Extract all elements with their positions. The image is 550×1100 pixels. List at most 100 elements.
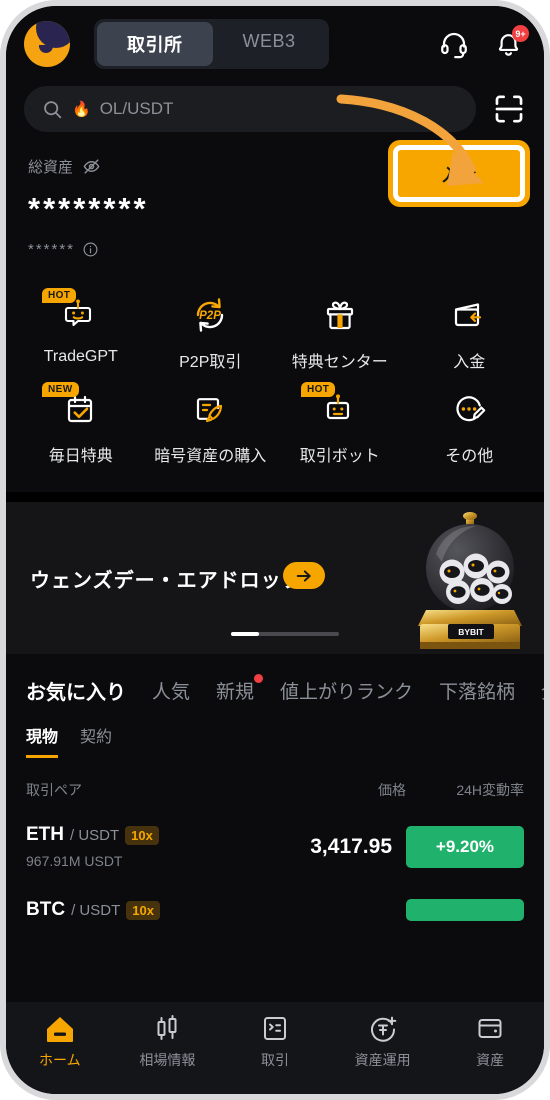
nav-label: 資産運用 (354, 1052, 411, 1068)
arrow-right-icon (296, 569, 311, 582)
banner-pagination[interactable] (231, 632, 339, 636)
market-tab-losers[interactable]: 下落銘柄 (439, 677, 515, 704)
deposit-white-ring: 入金 (393, 145, 525, 202)
quick-action-label: 取引ボット (299, 448, 380, 465)
promo-banner[interactable]: ウェンズデー・エアドロップ BYBIT (6, 502, 544, 654)
banner-cta-button[interactable] (283, 562, 325, 589)
search-row: 🔥 OL/USDT (6, 86, 544, 132)
market-tab-new-label: 新規 (216, 682, 255, 703)
bell-badge: 9+ (512, 25, 529, 42)
table-row[interactable]: BTC / USDT 10x (6, 869, 544, 921)
gift-icon (313, 292, 367, 338)
deposit-highlight-ring: 入金 (388, 140, 530, 207)
banner-title: ウェンズデー・エアドロップ (30, 570, 303, 592)
header-icons: 9+ (438, 25, 529, 60)
avatar-mouth (39, 45, 53, 53)
headset-icon[interactable] (438, 28, 470, 60)
quick-action-more[interactable]: その他 (405, 386, 535, 466)
col-price: 価格 (378, 782, 406, 798)
tab-web3[interactable]: WEB3 (213, 22, 326, 66)
phone-frame: 取引所 WEB3 9+ 🔥 OL/USDT 総資産 ******** *****… (0, 0, 550, 1100)
market-tab-new[interactable]: 新規 (216, 674, 264, 704)
quick-action-p2p[interactable]: P2P P2P取引 (146, 292, 276, 372)
quick-action-label: 毎日特典 (48, 448, 113, 465)
quick-action-tradegpt[interactable]: HOT TradeGPT (16, 288, 146, 372)
wallet-icon (478, 1019, 502, 1038)
quick-action-label: P2P取引 (179, 354, 242, 371)
nav-earn[interactable]: 資産運用 (329, 1014, 437, 1070)
market-subtabs[interactable]: 現物 契約 (6, 705, 544, 758)
badge-new: NEW (42, 382, 79, 397)
mode-switch[interactable]: 取引所 WEB3 (94, 19, 329, 69)
quick-action-label: TradeGPT (43, 348, 118, 365)
nav-label: 相場情報 (139, 1052, 196, 1068)
nav-trade[interactable]: 取引 (221, 1014, 329, 1070)
candlestick-icon (157, 1015, 177, 1040)
pair-change (406, 899, 524, 921)
subtab-contract[interactable]: 契約 (80, 723, 112, 755)
nav-markets[interactable]: 相場情報 (114, 1014, 222, 1070)
tab-exchange[interactable]: 取引所 (97, 22, 213, 66)
quick-action-tradingbot[interactable]: HOT 取引ボット (275, 382, 405, 466)
banner-dot-active (231, 632, 259, 636)
quick-action-label: 入金 (453, 354, 486, 371)
subtab-spot[interactable]: 現物 (26, 723, 59, 758)
quick-action-label: 暗号資産の購入 (154, 448, 267, 465)
pair-volume: 967.91M USDT (26, 853, 123, 869)
more-edit-icon (442, 386, 496, 432)
quick-action-daily[interactable]: NEW 毎日特典 (16, 382, 146, 466)
pair-base: ETH (26, 824, 64, 845)
nav-home[interactable]: ホーム (6, 1014, 114, 1070)
flame-icon: 🔥 (72, 101, 91, 118)
assets-subvalue: ****** (28, 241, 76, 258)
search-icon (44, 100, 62, 118)
info-icon (83, 242, 98, 257)
bell-icon[interactable]: 9+ (492, 25, 529, 60)
scan-icon[interactable] (492, 92, 526, 126)
pair-quote: / USDT (71, 901, 121, 919)
p2p-icon: P2P (183, 292, 237, 338)
nav-label: 資産 (476, 1052, 505, 1068)
table-row[interactable]: ETH / USDT 10x 967.91M USDT 3,417.95 +9.… (6, 800, 544, 869)
badge-hot: HOT (42, 288, 77, 303)
quick-action-rewards[interactable]: 特典センター (275, 292, 405, 372)
market-section: お気に入り 人気 新規 値上がりランク 下落銘柄 全 現物 契約 取引ペア 価格… (6, 654, 544, 921)
deposit-button[interactable]: 入金 (398, 150, 520, 197)
search-input[interactable]: 🔥 OL/USDT (24, 86, 476, 132)
nav-label: 取引 (260, 1052, 289, 1068)
pair-quote: / USDT (70, 826, 120, 844)
col-change: 24H変動率 (456, 782, 524, 798)
avatar-crescent (36, 21, 70, 48)
card-deposit-icon (442, 292, 496, 338)
new-indicator-dot (254, 674, 264, 683)
badge-hot: HOT (301, 382, 336, 397)
pair-cell: ETH / USDT 10x 967.91M USDT (26, 824, 244, 869)
market-category-tabs[interactable]: お気に入り 人気 新規 値上がりランク 下落銘柄 全 (6, 668, 544, 705)
market-table-header: 取引ペア 価格 24H変動率 (6, 758, 544, 800)
market-tab-gainers[interactable]: 値上がりランク (280, 677, 413, 704)
quick-action-buycrypto[interactable]: 暗号資産の購入 (146, 386, 276, 466)
market-tab-all[interactable]: 全 (541, 677, 544, 704)
leverage-badge: 10x (126, 900, 160, 920)
quick-action-label: その他 (445, 448, 494, 465)
pair-price: 3,417.95 (310, 834, 392, 858)
svg-text:P2P: P2P (199, 310, 221, 322)
assets-section: 総資産 ******** ****** 入金 (6, 132, 544, 258)
bottom-navigation: ホーム 相場情報 取引 資産運用 資産 (6, 1002, 544, 1094)
market-tab-favorites[interactable]: お気に入り (26, 676, 126, 705)
col-pair: 取引ペア (26, 782, 82, 798)
nav-assets[interactable]: 資産 (436, 1014, 544, 1070)
quick-action-deposit[interactable]: 入金 (405, 292, 535, 372)
market-tab-popular[interactable]: 人気 (152, 677, 190, 704)
pair-cell: BTC / USDT 10x (26, 899, 244, 921)
pair-base: BTC (26, 899, 66, 920)
rocket-card-icon (183, 386, 237, 432)
app-screen: 取引所 WEB3 9+ 🔥 OL/USDT 総資産 ******** *****… (6, 6, 544, 1094)
eye-off-icon (83, 159, 100, 174)
avatar[interactable] (24, 21, 70, 67)
assets-subvalue-row: ****** (28, 241, 522, 258)
search-query: OL/USDT (99, 99, 174, 118)
quick-actions-grid: HOT TradeGPT P2P P2P取引 特典センター 入金 NEW 毎日特… (6, 258, 544, 492)
earn-icon (370, 1016, 396, 1042)
home-icon (46, 1017, 73, 1042)
